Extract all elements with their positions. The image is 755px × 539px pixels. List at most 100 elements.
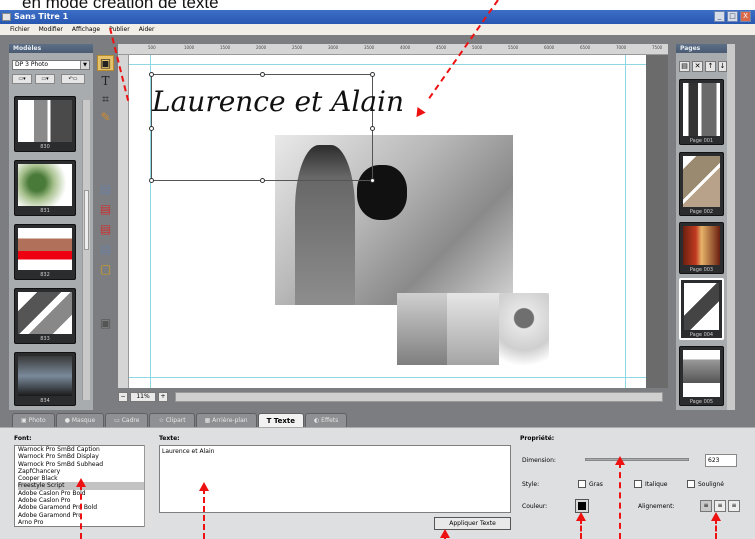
page-options-icon[interactable]: ▤ — [679, 61, 690, 72]
canvas-scrollbar[interactable] — [175, 392, 663, 402]
font-item[interactable]: Arno Pro — [18, 519, 150, 526]
tab-cadre[interactable]: ▭ Cadre — [105, 413, 149, 427]
page-thumbnail-selected[interactable]: Page 004 — [679, 278, 724, 340]
page-thumbnail[interactable]: Page 001 — [679, 79, 724, 145]
annotation-arrow — [80, 484, 82, 539]
layer-remove-icon[interactable]: ▤ — [97, 221, 114, 237]
menu-modifier[interactable]: Modifier — [39, 24, 63, 35]
model-thumbnail[interactable]: 831 — [14, 160, 76, 216]
text-tool-icon[interactable]: T — [97, 73, 114, 89]
layer-icon[interactable]: ▤ — [97, 181, 114, 197]
annotation-arrow-head — [440, 529, 450, 538]
title-bar: Sans Titre 1 — [0, 10, 755, 24]
color-swatch[interactable] — [575, 499, 589, 513]
model-thumbnail[interactable]: 834 — [14, 352, 76, 406]
pages-scrollbar[interactable] — [727, 44, 735, 410]
guide-line — [129, 64, 646, 65]
font-item[interactable]: Warnock Pro SmBd Caption — [18, 446, 150, 453]
refresh-button[interactable]: ↶▭ — [61, 74, 85, 84]
clipart-tool-icon[interactable]: ✎ — [97, 109, 114, 125]
thumbnail-label: 830 — [40, 144, 50, 150]
font-item[interactable]: Adobe Caslon Pro — [18, 497, 150, 504]
model-thumbnail[interactable]: 832 — [14, 224, 76, 280]
resize-handle[interactable] — [260, 72, 265, 77]
move-up-icon[interactable]: ↑ — [705, 61, 716, 72]
font-item[interactable]: Warnock Pro SmBd Display — [18, 453, 150, 460]
move-down-icon[interactable]: ↓ — [718, 61, 727, 72]
tab-masque[interactable]: ● Masque — [55, 413, 105, 427]
crop-tool-icon[interactable]: ⌗ — [97, 91, 114, 107]
page-thumbnail[interactable]: Page 002 — [679, 152, 724, 216]
menu-affichage[interactable]: Affichage — [72, 24, 100, 35]
model-select-value: DP 3 Photo — [15, 61, 48, 68]
resize-handle[interactable] — [149, 178, 154, 183]
italic-checkbox[interactable] — [634, 480, 642, 488]
model-select[interactable]: DP 3 Photo ▼ — [12, 60, 90, 70]
text-input[interactable]: Laurence et Alain — [159, 445, 511, 513]
photo-tool-icon[interactable]: ▣ — [97, 55, 114, 71]
tab-texte[interactable]: T Texte — [257, 413, 304, 427]
model-thumbnail[interactable]: 833 — [14, 288, 76, 344]
tab-clipart[interactable]: ☆ Clipart — [149, 413, 195, 427]
align-right-icon[interactable]: ≡ — [728, 500, 740, 512]
align-left-icon[interactable]: ≡ — [700, 500, 712, 512]
ruler-label: 2000 — [256, 45, 267, 50]
font-item[interactable]: Adobe Caslon Pro Bold — [18, 490, 150, 497]
menu-aider[interactable]: Aider — [139, 24, 155, 35]
photo-small-3[interactable] — [499, 293, 549, 365]
models-panel: Modèles DP 3 Photo ▼ ▭▾ ▭▾ ↶▭ 830 831 83… — [9, 44, 93, 410]
frame-icon[interactable]: ▢ — [97, 261, 114, 277]
scroll-thumb[interactable] — [84, 190, 89, 250]
font-item[interactable]: Adobe Garamond Pro Bold — [18, 504, 150, 511]
page-label: Page 004 — [689, 332, 714, 338]
delete-page-icon[interactable]: ✕ — [692, 61, 703, 72]
font-list-scrollbar[interactable] — [144, 445, 152, 527]
underline-label: Souligné — [698, 481, 724, 488]
menu-fichier[interactable]: Fichier — [10, 24, 30, 35]
resize-handle[interactable] — [370, 72, 375, 77]
underline-checkbox[interactable] — [687, 480, 695, 488]
tab-photo[interactable]: ▣ Photo — [12, 413, 55, 427]
font-item[interactable]: ZapfChancery — [18, 468, 150, 475]
add-model-button[interactable]: ▭▾ — [12, 74, 32, 84]
align-center-icon[interactable]: ≡ — [714, 500, 726, 512]
models-panel-header: Modèles — [9, 44, 93, 53]
dimension-slider[interactable] — [585, 458, 689, 461]
bold-checkbox[interactable] — [578, 480, 586, 488]
page-thumbnail[interactable]: Page 005 — [679, 346, 724, 406]
tab-arriere-plan-label: Arrière-plan — [212, 417, 248, 424]
page-canvas[interactable]: Laurence et Alain — [129, 55, 646, 388]
zoom-out-button[interactable]: − — [118, 392, 128, 402]
font-item[interactable]: Warnock Pro SmBd Subhead — [18, 461, 150, 468]
annotation-arrow-head — [199, 482, 209, 491]
photo-small-2[interactable] — [447, 293, 499, 365]
photo-small-1[interactable] — [397, 293, 447, 365]
resize-handle[interactable] — [149, 126, 154, 131]
dimension-label: Dimension: — [522, 457, 556, 464]
maximize-button[interactable]: □ — [727, 11, 738, 22]
close-button[interactable]: X — [740, 11, 751, 22]
canvas-text[interactable]: Laurence et Alain — [152, 85, 404, 118]
model-thumbnail[interactable]: 830 — [14, 96, 76, 152]
resize-handle[interactable] — [260, 178, 265, 183]
layer-delete-icon[interactable]: ▤ — [97, 201, 114, 217]
resize-handle[interactable] — [370, 178, 375, 183]
minimize-button[interactable]: _ — [714, 11, 725, 22]
layer-stack-icon[interactable]: ▤ — [97, 241, 114, 257]
alignment-label: Alignement: — [638, 503, 675, 510]
tab-arriere-plan[interactable]: ▦ Arrière-plan — [195, 413, 257, 427]
chevron-down-icon[interactable]: ▼ — [80, 61, 89, 69]
font-item[interactable]: Adobe Garamond Pro — [18, 512, 150, 519]
models-scrollbar[interactable] — [82, 100, 90, 400]
ruler-label: 7500 — [652, 45, 663, 50]
texte-label: Texte: — [159, 435, 180, 442]
resize-handle[interactable] — [149, 72, 154, 77]
preview-icon[interactable]: ▣ — [97, 315, 114, 331]
tab-effets[interactable]: ◐ Effets — [305, 413, 348, 427]
text-frame[interactable]: Laurence et Alain — [149, 72, 404, 183]
page-thumbnail[interactable]: Page 003 — [679, 222, 724, 274]
resize-handle[interactable] — [370, 126, 375, 131]
dimension-value[interactable]: 623 — [705, 454, 737, 467]
model-options-button[interactable]: ▭▾ — [35, 74, 55, 84]
zoom-in-button[interactable]: + — [158, 392, 168, 402]
